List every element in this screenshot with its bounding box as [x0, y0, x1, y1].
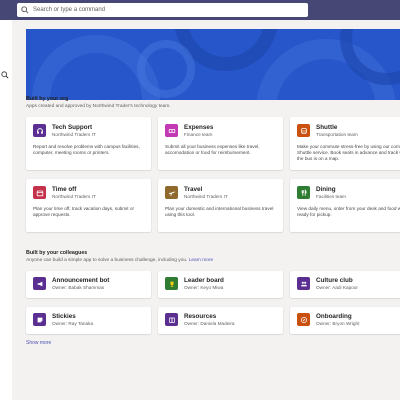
app-owner: Owner: Daniela Madeira [184, 321, 235, 326]
airplane-icon [165, 186, 178, 199]
app-card-expenses[interactable]: Expenses Finance team Submit all your bu… [158, 117, 283, 170]
banner-pattern [26, 29, 400, 100]
app-card-culture-club[interactable]: Culture club Owner: Aadi Kapoor [290, 271, 400, 298]
receipt-icon [165, 124, 178, 137]
book-icon [165, 313, 178, 326]
app-name: Tech Support [52, 124, 93, 131]
app-owner: Owner: Bryon Wright [316, 321, 360, 326]
app-owner: Owner: Babak Shammas [52, 285, 105, 290]
app-name: Culture club [316, 277, 353, 284]
app-card-shuttle[interactable]: Shuttle Transportation team Make your co… [290, 117, 400, 170]
app-owner: Northwind Traders IT [52, 132, 96, 137]
org-section-subtitle: Apps created and approved by Northwind T… [26, 104, 171, 109]
hero-banner [26, 29, 400, 100]
app-name: Stickies [52, 313, 76, 320]
app-name: Leader board [184, 277, 224, 284]
left-rail [0, 20, 12, 400]
app-name: Shuttle [316, 124, 338, 131]
app-description: Plan your domestic and international bus… [165, 206, 274, 218]
trophy-icon [165, 277, 178, 290]
app-card-resources[interactable]: Resources Owner: Daniela Madeira [158, 307, 283, 334]
app-owner: Transportation team [316, 132, 358, 137]
app-description: Plan your time off, track vacation days,… [33, 206, 134, 218]
sticky-note-icon [33, 313, 46, 326]
app-card-tech-support[interactable]: Tech Support Northwind Traders IT Report… [26, 117, 151, 170]
compass-icon [297, 313, 310, 326]
app-owner: Finance team [184, 132, 213, 137]
calendar-icon [33, 186, 46, 199]
app-description: Submit all your business expenses like t… [165, 144, 260, 156]
app-card-travel[interactable]: Travel Northwind Traders IT Plan your do… [158, 179, 283, 232]
search-icon[interactable] [1, 71, 9, 79]
app-description: Report and resolve problems with campus … [33, 144, 140, 156]
people-icon [297, 277, 310, 290]
search-placeholder: Search or type a command [33, 7, 106, 13]
app-owner: Owner: Aadi Kapoor [316, 285, 358, 290]
app-name: Resources [184, 313, 217, 320]
app-card-time-off[interactable]: Time off Northwind Traders IT Plan your … [26, 179, 151, 232]
app-owner: Northwind Traders IT [184, 194, 228, 199]
app-gallery: Built by your org Apps created and appro… [12, 20, 400, 400]
app-card-onboarding[interactable]: Onboarding Owner: Bryon Wright [290, 307, 400, 334]
app-name: Time off [52, 186, 77, 193]
app-description: Make your commute stress-free by using o… [297, 144, 400, 162]
colleagues-section-subtitle: Anyone can build a simple app to solve a… [26, 258, 213, 263]
colleagues-section-title: Built by your colleagues [26, 250, 88, 256]
bus-icon [297, 124, 310, 137]
app-owner: Northwind Traders IT [52, 194, 96, 199]
search-input[interactable]: Search or type a command [17, 3, 308, 17]
app-owner: Owner: Ray Tanaka [52, 321, 94, 326]
app-name: Travel [184, 186, 203, 193]
app-name: Onboarding [316, 313, 352, 320]
search-icon [21, 6, 29, 14]
app-name: Announcement bot [52, 277, 110, 284]
app-owner: Owner: Keyo Miwa [184, 285, 224, 290]
app-name: Dining [316, 186, 336, 193]
org-section-title: Built by your org [26, 96, 69, 102]
app-card-stickies[interactable]: Stickies Owner: Ray Tanaka [26, 307, 151, 334]
fork-knife-icon [297, 186, 310, 199]
app-card-leader-board[interactable]: Leader board Owner: Keyo Miwa [158, 271, 283, 298]
app-card-dining[interactable]: Dining Facilities team View daily menu, … [290, 179, 400, 232]
headset-icon [33, 124, 46, 137]
app-owner: Facilities team [316, 194, 346, 199]
title-bar: Search or type a command [0, 0, 400, 20]
colleagues-subtitle-text: Anyone can build a simple app to solve a… [26, 258, 188, 263]
learn-more-link[interactable]: Learn more [189, 258, 214, 263]
app-description: View daily menu, order from your desk an… [297, 206, 400, 218]
show-more-link[interactable]: Show more [26, 340, 51, 346]
app-name: Expenses [184, 124, 214, 131]
megaphone-icon [33, 277, 46, 290]
app-card-announcement-bot[interactable]: Announcement bot Owner: Babak Shammas [26, 271, 151, 298]
